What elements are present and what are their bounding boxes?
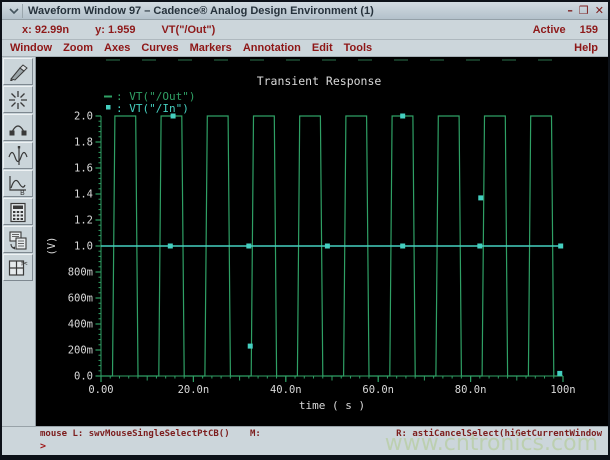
x-tick-label: 40.0n <box>270 384 302 396</box>
calculator-button[interactable] <box>3 198 33 225</box>
y-tick-label: 200m <box>68 345 93 357</box>
y-axis-title: (V) <box>46 237 58 256</box>
chart-title: Transient Response <box>257 74 382 88</box>
legend-swatch-square <box>106 105 111 110</box>
y-tick-label: 1.2 <box>74 215 93 227</box>
waveform-b-icon: B <box>9 175 26 196</box>
y-tick-label: 2.0 <box>74 111 93 123</box>
marker-pen-icon <box>10 63 28 81</box>
crosshair-star-icon <box>9 90 27 109</box>
trace-in-point[interactable] <box>400 113 406 119</box>
transient-response-chart[interactable]: Transient Response: VT("/Out"): VT("/In"… <box>36 57 608 426</box>
arc-curve-button[interactable] <box>3 114 33 141</box>
trace-in-point[interactable] <box>246 243 252 249</box>
trace-in-point[interactable] <box>324 243 330 249</box>
menu-item-window[interactable]: Window <box>10 42 52 54</box>
close-button[interactable]: ✕ <box>595 4 604 17</box>
y-tick-label: 1.6 <box>74 163 93 175</box>
y-tick-label: 0.0 <box>74 371 93 383</box>
x-tick-label: 80.0n <box>455 384 487 396</box>
calculator-icon <box>10 202 26 222</box>
y-tick-label: 1.0 <box>74 241 93 253</box>
trace-in-point[interactable] <box>558 243 564 249</box>
crosshair-star-button[interactable] <box>3 86 33 113</box>
trace-in-point[interactable] <box>478 195 484 201</box>
trace-in-point[interactable] <box>247 343 253 349</box>
svg-text:✂: ✂ <box>21 259 29 269</box>
split-window-button[interactable]: ✂ <box>3 254 33 281</box>
trace-in-point[interactable] <box>170 113 176 119</box>
waveform-slice-button[interactable] <box>3 142 33 169</box>
menu-item-curves[interactable]: Curves <box>141 42 178 54</box>
duplicate-window-button[interactable] <box>3 226 33 253</box>
x-axis-title: time ( s ) <box>299 399 365 412</box>
plot-canvas[interactable]: Transient Response: VT("/Out"): VT("/In"… <box>36 57 608 426</box>
menu-item-markers[interactable]: Markers <box>190 42 232 54</box>
prompt-caret: > <box>40 441 47 452</box>
y-tick-label: 1.8 <box>74 137 93 149</box>
trace-in-point[interactable] <box>400 243 406 249</box>
waveform-slice-icon <box>8 145 28 165</box>
trace-in-point[interactable] <box>167 243 173 249</box>
menu-item-edit[interactable]: Edit <box>312 42 333 54</box>
window-title: Waveform Window 97 – Cadence® Analog Des… <box>28 4 374 17</box>
legend-label[interactable]: : VT("/In") <box>116 102 189 115</box>
y-tick-label: 800m <box>68 267 93 279</box>
menu-item-annotation[interactable]: Annotation <box>243 42 301 54</box>
mouse-right-binding: R: astiCancelSelect(hiGetCurrentWindow <box>396 429 602 439</box>
x-tick-label: 60.0n <box>362 384 394 396</box>
tool-palette: B ✂ <box>2 57 36 426</box>
menu-item-tools[interactable]: Tools <box>344 42 373 54</box>
svg-text:B: B <box>20 189 25 196</box>
y-tick-label: 1.4 <box>74 189 93 201</box>
arc-curve-icon <box>9 124 27 135</box>
chevron-down-icon <box>9 7 19 14</box>
x-tick-label: 20.0n <box>178 384 210 396</box>
cursor-x-readout: x: 92.99n <box>22 23 70 36</box>
menu-item-zoom[interactable]: Zoom <box>63 42 93 54</box>
mouse-bindings-bar: mouse L: swvMouseSingleSelectPtCB() M: R… <box>2 426 608 441</box>
cursor-status-bar: x: 92.99n y: 1.959 VT("/Out") Active 159 <box>2 20 608 40</box>
menu-item-axes[interactable]: Axes <box>104 42 130 54</box>
command-prompt[interactable]: > <box>2 441 608 455</box>
minimize-button[interactable]: – <box>567 4 573 17</box>
waveform-b-button[interactable]: B <box>3 170 33 197</box>
x-tick-label: 100n <box>550 384 575 396</box>
menu-bar: Window Zoom Axes Curves Markers Annotation Edi… <box>2 40 608 57</box>
active-counter: Active 159 <box>532 23 598 36</box>
split-window-icon: ✂ <box>8 259 29 276</box>
x-tick-label: 0.00 <box>88 384 113 396</box>
window-menu-icon[interactable] <box>6 3 23 18</box>
selected-trace-readout: VT("/Out") <box>161 23 216 36</box>
marker-pen-button[interactable] <box>3 58 33 85</box>
waveform-window: Waveform Window 97 – Cadence® Analog Des… <box>0 0 610 460</box>
maximize-button[interactable]: ❒ <box>579 4 589 17</box>
y-tick-label: 400m <box>68 319 93 331</box>
trace-in-point[interactable] <box>557 370 563 376</box>
title-bar: Waveform Window 97 – Cadence® Analog Des… <box>2 2 608 20</box>
duplicate-window-icon <box>9 230 27 250</box>
y-tick-label: 600m <box>68 293 93 305</box>
menu-item-help[interactable]: Help <box>574 42 598 54</box>
mouse-middle-binding: M: <box>250 429 261 439</box>
trace-in-point[interactable] <box>477 243 483 249</box>
cursor-y-readout: y: 1.959 <box>95 23 136 36</box>
mouse-left-binding: mouse L: swvMouseSingleSelectPtCB() <box>40 429 230 439</box>
